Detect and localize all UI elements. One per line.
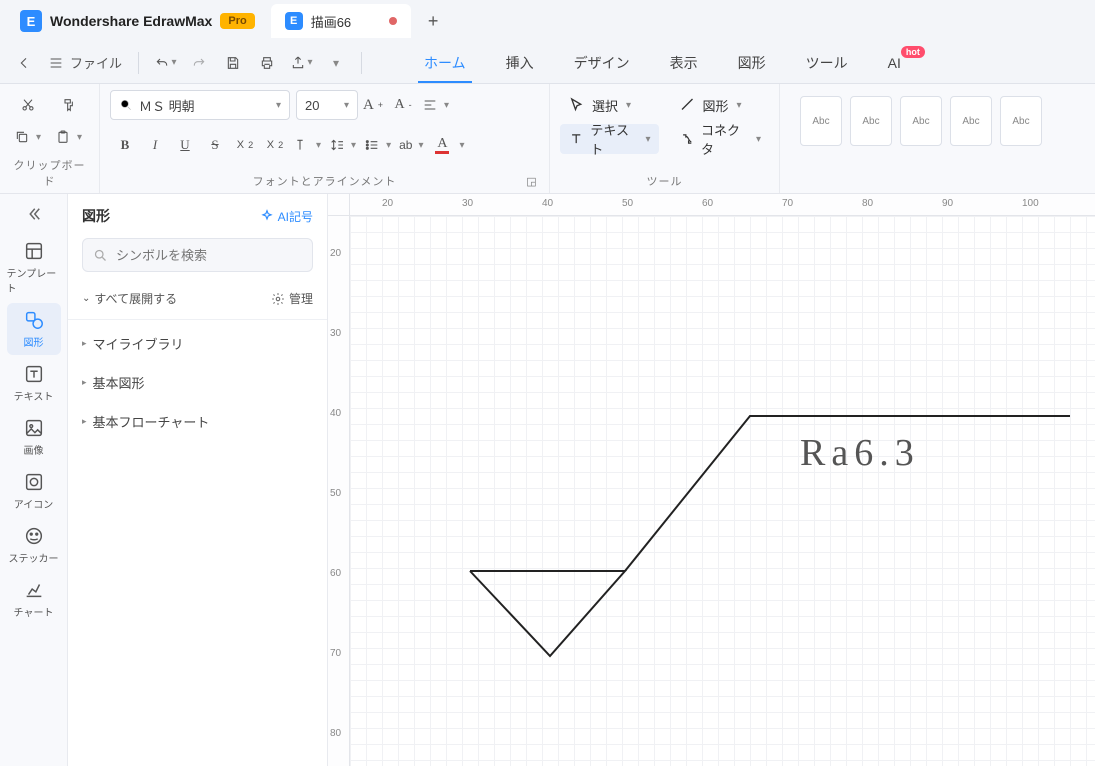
redo-button[interactable] (185, 49, 213, 77)
vtab-images[interactable]: 画像 (7, 411, 61, 463)
file-menu-label: ファイル (70, 53, 122, 72)
style-preset-5[interactable]: Abc (1000, 96, 1042, 146)
bold-button[interactable]: B (110, 130, 140, 160)
collapse-sidebar-button[interactable] (18, 200, 50, 228)
vtab-text[interactable]: テキスト (7, 357, 61, 409)
horizontal-ruler[interactable]: 2030405060708090100 (350, 194, 1095, 216)
unsaved-indicator-icon (389, 17, 397, 25)
manage-button[interactable]: 管理 (271, 290, 313, 307)
paste-button[interactable]: ▾ (51, 122, 86, 152)
cut-button[interactable] (10, 90, 45, 120)
hamburger-icon (48, 55, 64, 71)
title-tab-bar: E Wondershare EdrawMax Pro E 描画66 + (0, 0, 1095, 42)
app-logo-icon: E (20, 10, 42, 32)
vtab-icons[interactable]: アイコン (7, 465, 61, 517)
search-icon (93, 248, 108, 263)
drawing-canvas[interactable]: Ra6.3 (350, 216, 1095, 766)
canvas-area: 2030405060708090100 20304050607080 Ra6.3 (328, 194, 1095, 766)
export-button[interactable]: ▾ (287, 49, 315, 77)
hot-badge: hot (901, 46, 925, 58)
tab-view[interactable]: 表示 (664, 42, 704, 83)
subscript-button[interactable]: X2 (260, 130, 290, 160)
gear-icon (271, 292, 285, 306)
shape-tool-button[interactable]: 図形▾ (671, 90, 770, 120)
line-spacing-button[interactable]: ▾ (325, 130, 360, 160)
app-name: Wondershare EdrawMax (50, 13, 212, 29)
font-group-launcher[interactable]: ◲ (525, 175, 539, 189)
font-increase-button[interactable]: A+ (358, 90, 388, 120)
tab-ai[interactable]: AIhot (882, 42, 907, 83)
italic-button[interactable]: I (140, 130, 170, 160)
tab-insert[interactable]: 挿入 (500, 42, 540, 83)
font-group-label: フォントとアラインメント◲ (110, 169, 539, 191)
vtab-charts[interactable]: チャート (7, 573, 61, 625)
save-button[interactable] (219, 49, 247, 77)
font-color-button[interactable]: A (427, 130, 457, 160)
ruler-corner (328, 194, 350, 216)
format-painter-button[interactable] (51, 90, 86, 120)
font-family-select[interactable]: ＭＳ 明朝 ▾ (110, 90, 290, 120)
vtab-shapes[interactable]: 図形 (7, 303, 61, 355)
font-decrease-button[interactable]: A- (388, 90, 418, 120)
section-my-library[interactable]: ▸マイライブラリ (68, 324, 327, 363)
tab-tools[interactable]: ツール (800, 42, 854, 83)
copy-button[interactable]: ▾ (10, 122, 45, 152)
section-basic-shapes[interactable]: ▸基本図形 (68, 363, 327, 402)
tab-shapes[interactable]: 図形 (732, 42, 772, 83)
style-preset-4[interactable]: Abc (950, 96, 992, 146)
superscript-button[interactable]: X2 (230, 130, 260, 160)
panel-title: 図形 (82, 206, 110, 226)
ribbon: ▾ ▾ クリップボード ＭＳ 明朝 ▾ 20▾ A+ A- ▾ (0, 84, 1095, 194)
menu-tabs: ホーム 挿入 デザイン 表示 図形 ツール AIhot (418, 42, 907, 83)
style-preset-1[interactable]: Abc (800, 96, 842, 146)
font-size-select[interactable]: 20▾ (296, 90, 358, 120)
ai-symbols-button[interactable]: AI記号 (260, 208, 313, 225)
clipboard-group-label: クリップボード (10, 153, 89, 191)
new-tab-button[interactable]: + (419, 7, 447, 35)
style-gallery: Abc Abc Abc Abc Abc (790, 90, 1085, 152)
pro-badge: Pro (220, 13, 254, 29)
font-size-value: 20 (305, 98, 319, 113)
tools-group-label: ツール (560, 169, 769, 191)
section-basic-flowchart[interactable]: ▸基本フローチャート (68, 402, 327, 441)
style-preset-2[interactable]: Abc (850, 96, 892, 146)
text-case-button[interactable]: ▾ (290, 130, 325, 160)
canvas-drawing[interactable] (350, 216, 1095, 766)
undo-button[interactable]: ▾ (151, 49, 179, 77)
vertical-ruler[interactable]: 20304050607080 (328, 216, 350, 766)
canvas-text-label[interactable]: Ra6.3 (800, 431, 920, 475)
workspace: テンプレート 図形 テキスト 画像 アイコン ステッカー チャート 図形 AI記… (0, 194, 1095, 766)
align-button[interactable]: ▾ (418, 90, 453, 120)
vtab-templates[interactable]: テンプレート (7, 234, 61, 301)
text-transform-button[interactable]: ab▾ (395, 130, 427, 160)
underline-button[interactable]: U (170, 130, 200, 160)
connector-tool-button[interactable]: コネクタ▾ (671, 124, 770, 154)
tab-design[interactable]: デザイン (568, 42, 636, 83)
document-tab[interactable]: E 描画66 (271, 4, 411, 38)
back-button[interactable] (10, 49, 38, 77)
file-menu-button[interactable]: ファイル (44, 49, 126, 77)
search-icon (119, 98, 133, 112)
text-tool-button[interactable]: テキスト▾ (560, 124, 659, 154)
doc-icon: E (285, 12, 303, 30)
sparkle-icon (260, 209, 274, 223)
shapes-side-panel: 図形 AI記号 ⌄すべて展開する 管理 ▸マイライブラリ ▸基本図形 ▸基本フロ… (68, 194, 328, 766)
select-tool-button[interactable]: 選択▾ (560, 90, 659, 120)
vtab-stickers[interactable]: ステッカー (7, 519, 61, 571)
print-button[interactable] (253, 49, 281, 77)
font-family-value: ＭＳ 明朝 (139, 96, 274, 115)
tab-home[interactable]: ホーム (418, 42, 472, 83)
style-preset-3[interactable]: Abc (900, 96, 942, 146)
app-brand-tab[interactable]: E Wondershare EdrawMax Pro (6, 4, 269, 38)
expand-all-button[interactable]: ⌄すべて展開する (82, 290, 177, 307)
menu-bar: ファイル ▾ ▾ ▾ ホーム 挿入 デザイン 表示 図形 ツール AIhot (0, 42, 1095, 84)
strikethrough-button[interactable]: S (200, 130, 230, 160)
document-name: 描画66 (311, 12, 351, 31)
more-menu-button[interactable]: ▾ (321, 49, 349, 77)
symbol-search-input[interactable] (116, 248, 302, 263)
bullet-list-button[interactable]: ▾ (360, 130, 395, 160)
vertical-toolbar: テンプレート 図形 テキスト 画像 アイコン ステッカー チャート (0, 194, 68, 766)
symbol-search[interactable] (82, 238, 313, 272)
